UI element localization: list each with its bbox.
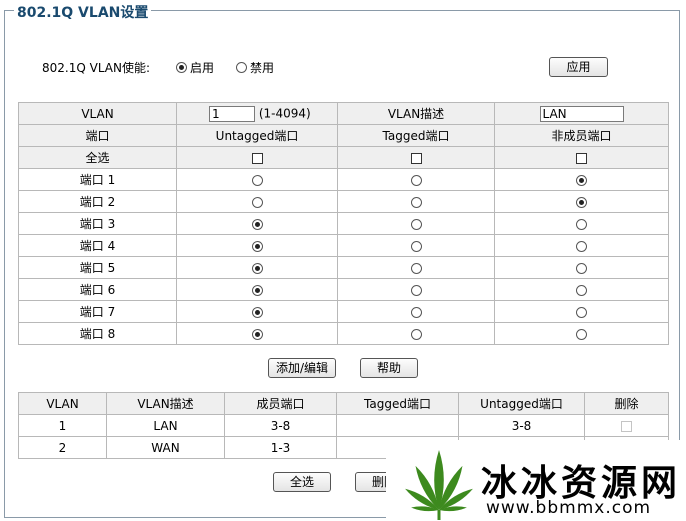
port-row: 端口 7 bbox=[18, 300, 669, 323]
page-title: 802.1Q VLAN设置 bbox=[14, 2, 152, 22]
col-header-untagged: Untagged端口 bbox=[176, 124, 338, 147]
list-cell-desc: LAN bbox=[106, 414, 225, 437]
port-nonmember-radio[interactable] bbox=[576, 196, 587, 208]
port-tagged-radio[interactable] bbox=[410, 284, 422, 296]
port-header-row: 端口 Untagged端口 Tagged端口 非成员端口 bbox=[18, 124, 669, 147]
disable-radio[interactable] bbox=[236, 61, 248, 73]
col-header-nonmember: 非成员端口 bbox=[494, 124, 669, 147]
port-row: 端口 5 bbox=[18, 256, 669, 279]
list-cell-members: 3-8 bbox=[224, 414, 337, 437]
select-all-button[interactable]: 全选 bbox=[273, 472, 331, 492]
port-untagged-radio[interactable] bbox=[251, 328, 263, 340]
disable-radio-label: 禁用 bbox=[250, 60, 275, 75]
enable-radio-label: 启用 bbox=[190, 60, 215, 75]
port-untagged-radio[interactable] bbox=[251, 240, 263, 252]
port-nonmember-radio[interactable] bbox=[576, 306, 587, 318]
port-row: 端口 8 bbox=[18, 322, 669, 345]
port-tagged-radio[interactable] bbox=[410, 328, 422, 340]
vlan-id-range: (1-4094) bbox=[258, 106, 311, 120]
list-col-tagged: Tagged端口 bbox=[336, 392, 459, 415]
port-label: 端口 7 bbox=[18, 300, 177, 323]
list-col-vlan: VLAN bbox=[18, 392, 107, 415]
col-header-port: 端口 bbox=[18, 124, 177, 147]
port-label: 端口 4 bbox=[18, 234, 177, 257]
port-row: 端口 6 bbox=[18, 278, 669, 301]
port-label: 端口 3 bbox=[18, 212, 177, 235]
delete-row-checkbox[interactable] bbox=[621, 420, 632, 432]
table-row: 1 LAN 3-8 3-8 bbox=[18, 414, 669, 437]
port-nonmember-radio[interactable] bbox=[576, 328, 587, 340]
vlan-desc-input[interactable] bbox=[539, 105, 624, 122]
list-col-desc: VLAN描述 bbox=[106, 392, 225, 415]
port-tagged-radio[interactable] bbox=[410, 262, 422, 274]
list-cell-desc: WAN bbox=[106, 436, 225, 459]
port-label: 端口 6 bbox=[18, 278, 177, 301]
watermark-overlay: 冰冰资源网 www.bbmmx.com bbox=[386, 440, 686, 521]
port-row: 端口 1 bbox=[18, 168, 669, 191]
vlan-editor-table: VLAN (1-4094) VLAN描述 端口 Untagged端口 Tagge… bbox=[18, 102, 669, 345]
port-row: 端口 2 bbox=[18, 190, 669, 213]
port-nonmember-radio[interactable] bbox=[576, 240, 587, 252]
select-all-tagged-checkbox[interactable] bbox=[410, 152, 422, 164]
vlan-desc-label: VLAN描述 bbox=[337, 102, 495, 125]
port-untagged-radio[interactable] bbox=[251, 218, 263, 230]
list-cell-vlan: 1 bbox=[18, 414, 107, 437]
port-tagged-radio[interactable] bbox=[410, 218, 422, 230]
list-col-untagged: Untagged端口 bbox=[458, 392, 585, 415]
select-all-nonmember-checkbox[interactable] bbox=[576, 152, 587, 164]
port-label: 端口 2 bbox=[18, 190, 177, 213]
enable-radio[interactable] bbox=[176, 61, 188, 73]
port-untagged-radio[interactable] bbox=[251, 284, 263, 296]
select-all-row: 全选 bbox=[18, 146, 669, 169]
list-cell-vlan: 2 bbox=[18, 436, 107, 459]
help-button[interactable]: 帮助 bbox=[360, 358, 418, 378]
apply-button[interactable]: 应用 bbox=[549, 57, 608, 77]
port-tagged-radio[interactable] bbox=[410, 196, 422, 208]
port-tagged-radio[interactable] bbox=[410, 306, 422, 318]
disable-radio-option[interactable]: 禁用 bbox=[236, 59, 274, 76]
port-row: 端口 3 bbox=[18, 212, 669, 235]
port-nonmember-radio[interactable] bbox=[576, 284, 587, 296]
port-untagged-radio[interactable] bbox=[251, 196, 263, 208]
add-edit-button[interactable]: 添加/编辑 bbox=[268, 358, 336, 378]
vlan-list-header: VLAN VLAN描述 成员端口 Tagged端口 Untagged端口 删除 bbox=[18, 392, 669, 415]
port-label: 端口 5 bbox=[18, 256, 177, 279]
list-col-members: 成员端口 bbox=[224, 392, 337, 415]
select-all-untagged-checkbox[interactable] bbox=[251, 152, 263, 164]
vlan-id-row: VLAN (1-4094) VLAN描述 bbox=[18, 102, 669, 125]
port-nonmember-radio[interactable] bbox=[576, 174, 587, 186]
list-col-delete: 删除 bbox=[584, 392, 669, 415]
list-cell-untagged: 3-8 bbox=[458, 414, 585, 437]
select-all-label: 全选 bbox=[18, 146, 177, 169]
vlan-enable-label: 802.1Q VLAN使能: bbox=[42, 60, 151, 75]
port-row: 端口 4 bbox=[18, 234, 669, 257]
port-tagged-radio[interactable] bbox=[410, 240, 422, 252]
vlan-id-label: VLAN bbox=[18, 102, 177, 125]
port-label: 端口 1 bbox=[18, 168, 177, 191]
col-header-tagged: Tagged端口 bbox=[337, 124, 495, 147]
port-untagged-radio[interactable] bbox=[251, 174, 263, 186]
port-nonmember-radio[interactable] bbox=[576, 218, 587, 230]
port-untagged-radio[interactable] bbox=[251, 262, 263, 274]
port-nonmember-radio[interactable] bbox=[576, 262, 587, 274]
cannabis-leaf-icon bbox=[405, 450, 473, 520]
enable-radio-option[interactable]: 启用 bbox=[176, 59, 214, 76]
port-label: 端口 8 bbox=[18, 322, 177, 345]
list-cell-tagged bbox=[336, 414, 459, 437]
vlan-id-input[interactable] bbox=[209, 105, 255, 122]
port-untagged-radio[interactable] bbox=[251, 306, 263, 318]
watermark-url: www.bbmmx.com bbox=[486, 498, 652, 518]
port-tagged-radio[interactable] bbox=[410, 174, 422, 186]
vlan-enable-row: 802.1Q VLAN使能: 启用 禁用 bbox=[42, 59, 274, 75]
list-cell-members: 1-3 bbox=[224, 436, 337, 459]
